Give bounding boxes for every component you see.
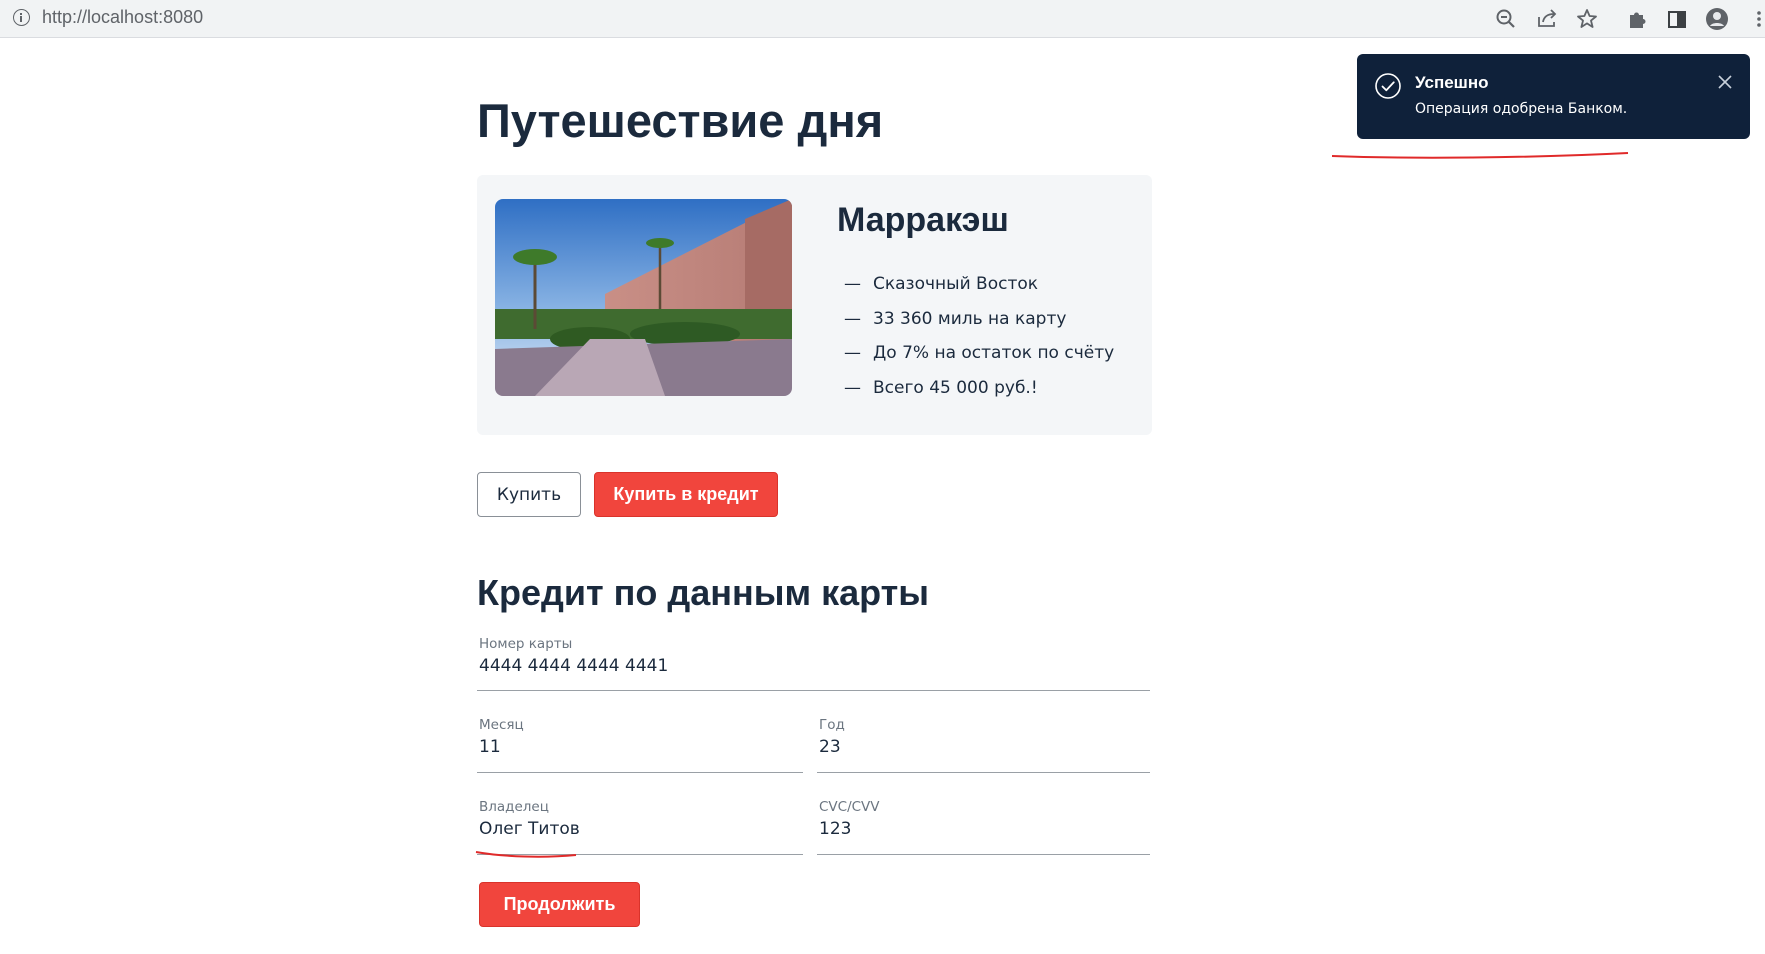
close-icon[interactable] — [1715, 72, 1735, 92]
month-label: Месяц — [479, 717, 524, 733]
success-notification: Успешно Операция одобрена Банком. — [1357, 54, 1750, 139]
profile-avatar-icon[interactable] — [1703, 5, 1731, 33]
zoom-out-icon[interactable] — [1492, 5, 1520, 33]
site-info-icon[interactable] — [13, 9, 30, 26]
cvc-field[interactable]: CVC/CVV 123 — [817, 799, 1150, 855]
card-number-input[interactable]: 4444 4444 4444 4441 — [479, 656, 668, 676]
year-field[interactable]: Год 23 — [817, 717, 1150, 773]
annotation-underline — [1331, 152, 1629, 159]
browser-menu-icon[interactable] — [1745, 5, 1761, 33]
buy-button[interactable]: Купить — [477, 472, 581, 517]
cvc-input[interactable]: 123 — [819, 819, 851, 839]
card-number-field[interactable]: Номер карты 4444 4444 4444 4441 — [477, 636, 1150, 691]
destination-image — [495, 199, 792, 396]
card-number-label: Номер карты — [479, 636, 573, 652]
buy-credit-button[interactable]: Купить в кредит — [594, 472, 778, 517]
cvc-label: CVC/CVV — [819, 799, 880, 815]
month-field[interactable]: Месяц 11 — [477, 717, 803, 773]
bookmark-star-icon[interactable] — [1573, 5, 1601, 33]
share-icon[interactable] — [1533, 5, 1561, 33]
form-title: Кредит по данным карты — [477, 572, 930, 613]
notification-message: Операция одобрена Банком. — [1415, 101, 1628, 117]
owner-field[interactable]: Владелец Олег Титов — [477, 799, 803, 855]
list-item: — Сказочный Восток — [844, 274, 1039, 294]
year-input[interactable]: 23 — [819, 737, 841, 757]
year-label: Год — [819, 717, 845, 733]
list-item: — Всего 45 000 руб.! — [844, 377, 1038, 398]
owner-label: Владелец — [479, 799, 549, 815]
offer-card: Марракэш — Сказочный Восток —33 360 миль … — [477, 175, 1152, 435]
page-title: Путешествие дня — [477, 94, 884, 147]
month-input[interactable]: 11 — [479, 737, 501, 757]
list-item: —33 360 миль на карту — [844, 308, 1067, 329]
side-panel-icon[interactable] — [1663, 5, 1691, 33]
check-circle-icon — [1374, 72, 1402, 100]
owner-input[interactable]: Олег Титов — [479, 819, 580, 839]
destination-title: Марракэш — [837, 201, 1009, 239]
continue-button[interactable]: Продолжить — [479, 882, 640, 927]
list-item: — До 7% на остаток по счёту — [844, 343, 1115, 363]
browser-address-bar: http://localhost:8080 — [0, 0, 1765, 38]
notification-title: Успешно — [1415, 73, 1489, 92]
url-text[interactable]: http://localhost:8080 — [42, 7, 203, 28]
extensions-icon[interactable] — [1623, 5, 1651, 33]
features-list: — Сказочный Восток —33 360 миль на карту … — [844, 267, 1114, 405]
